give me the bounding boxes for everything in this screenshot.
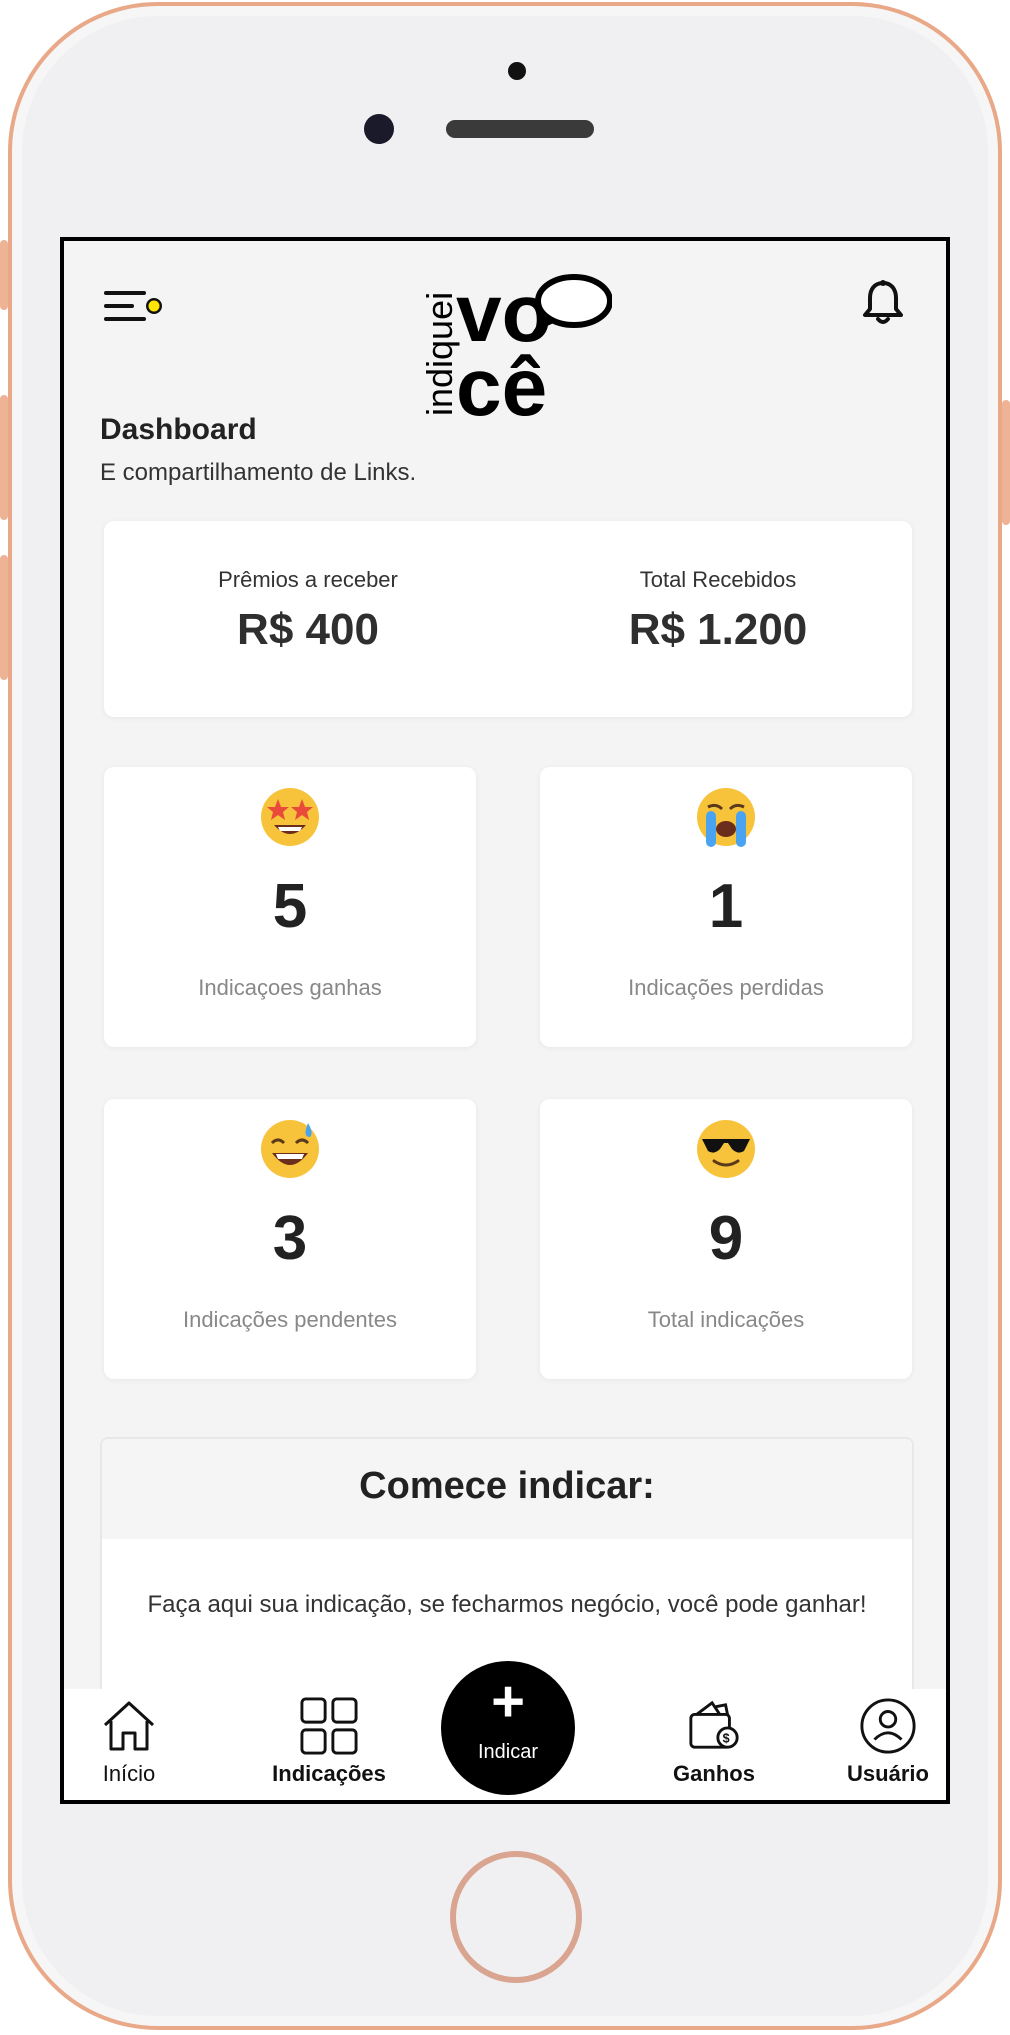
power-button xyxy=(1002,400,1010,525)
indicar-button-label: Indicar xyxy=(477,1741,539,1763)
home-icon xyxy=(103,1701,155,1751)
wallet-icon: $ xyxy=(689,1700,739,1749)
earpiece-speaker xyxy=(446,120,594,138)
stat-pending-label: Indicações pendentes xyxy=(182,1307,398,1332)
nav-earnings-label: Ganhos xyxy=(673,1761,755,1786)
indiquei-voce-logo: indiquei vo cê xyxy=(422,271,612,421)
stat-pending-value: 3 xyxy=(272,1204,308,1273)
volume-down-button xyxy=(0,555,8,680)
stat-lost-label: Indicações perdidas xyxy=(628,975,824,1000)
proximity-sensor xyxy=(508,62,526,80)
start-referral-header: Comece indicar: xyxy=(102,1439,912,1539)
pending-rewards-value: R$ 400 xyxy=(237,605,379,654)
total-received-label: Total Recebidos xyxy=(639,567,797,592)
user-icon xyxy=(860,1698,916,1754)
nav-user-label: Usuário xyxy=(847,1761,929,1786)
menu-icon[interactable] xyxy=(104,289,164,325)
svg-text:indiquei: indiquei xyxy=(422,292,460,416)
bell-icon[interactable] xyxy=(861,279,905,325)
stat-total-value: 9 xyxy=(708,1204,744,1273)
stat-card-total[interactable]: 9 Total indicações xyxy=(540,1099,912,1379)
earnings-summary-card: Prêmios a receber R$ 400 Total Recebidos… xyxy=(104,521,912,717)
crying-emoji-icon xyxy=(697,788,755,847)
stat-lost-value: 1 xyxy=(708,872,744,941)
stat-won-label: Indicaçoes ganhas xyxy=(198,975,382,1000)
stat-card-pending[interactable]: 3 Indicações pendentes xyxy=(104,1099,476,1379)
mute-switch xyxy=(0,240,8,310)
pending-rewards-label: Prêmios a receber xyxy=(218,567,398,592)
stat-card-won[interactable]: 5 Indicaçoes ganhas xyxy=(104,767,476,1047)
star-struck-emoji-icon xyxy=(261,788,319,846)
svg-text:$: $ xyxy=(723,1731,730,1745)
svg-text:cê: cê xyxy=(456,342,547,421)
indicar-button[interactable]: + Indicar xyxy=(441,1661,575,1795)
page-subtitle: E compartilhamento de Links. xyxy=(100,459,417,486)
total-received-value: R$ 1.200 xyxy=(628,605,808,654)
stat-card-lost[interactable]: 1 Indicações perdidas xyxy=(540,767,912,1047)
nav-referrals[interactable]: Indicações xyxy=(244,1689,414,1800)
nav-user[interactable]: Usuário xyxy=(830,1689,946,1800)
app-screen: indiquei vo cê Dashboard E compartilhame… xyxy=(60,237,950,1804)
nav-home-label: Início xyxy=(102,1761,156,1786)
nav-referrals-label: Indicações xyxy=(272,1761,386,1786)
page-title: Dashboard xyxy=(100,413,257,446)
stat-total-label: Total indicações xyxy=(647,1307,805,1332)
front-camera xyxy=(364,114,394,144)
stat-won-value: 5 xyxy=(272,872,308,941)
nav-home[interactable]: Início xyxy=(74,1689,184,1800)
sunglasses-emoji-icon xyxy=(697,1120,755,1178)
home-button[interactable] xyxy=(450,1851,582,1983)
start-referral-text: Faça aqui sua indicação, se fecharmos ne… xyxy=(147,1591,867,1618)
plus-icon: + xyxy=(491,1669,525,1734)
nav-earnings[interactable]: $ Ganhos xyxy=(644,1689,784,1800)
volume-up-button xyxy=(0,395,8,520)
grid-icon xyxy=(300,1697,358,1755)
start-referral-title: Comece indicar: xyxy=(359,1465,655,1507)
sweat-smile-emoji-icon xyxy=(261,1120,319,1178)
